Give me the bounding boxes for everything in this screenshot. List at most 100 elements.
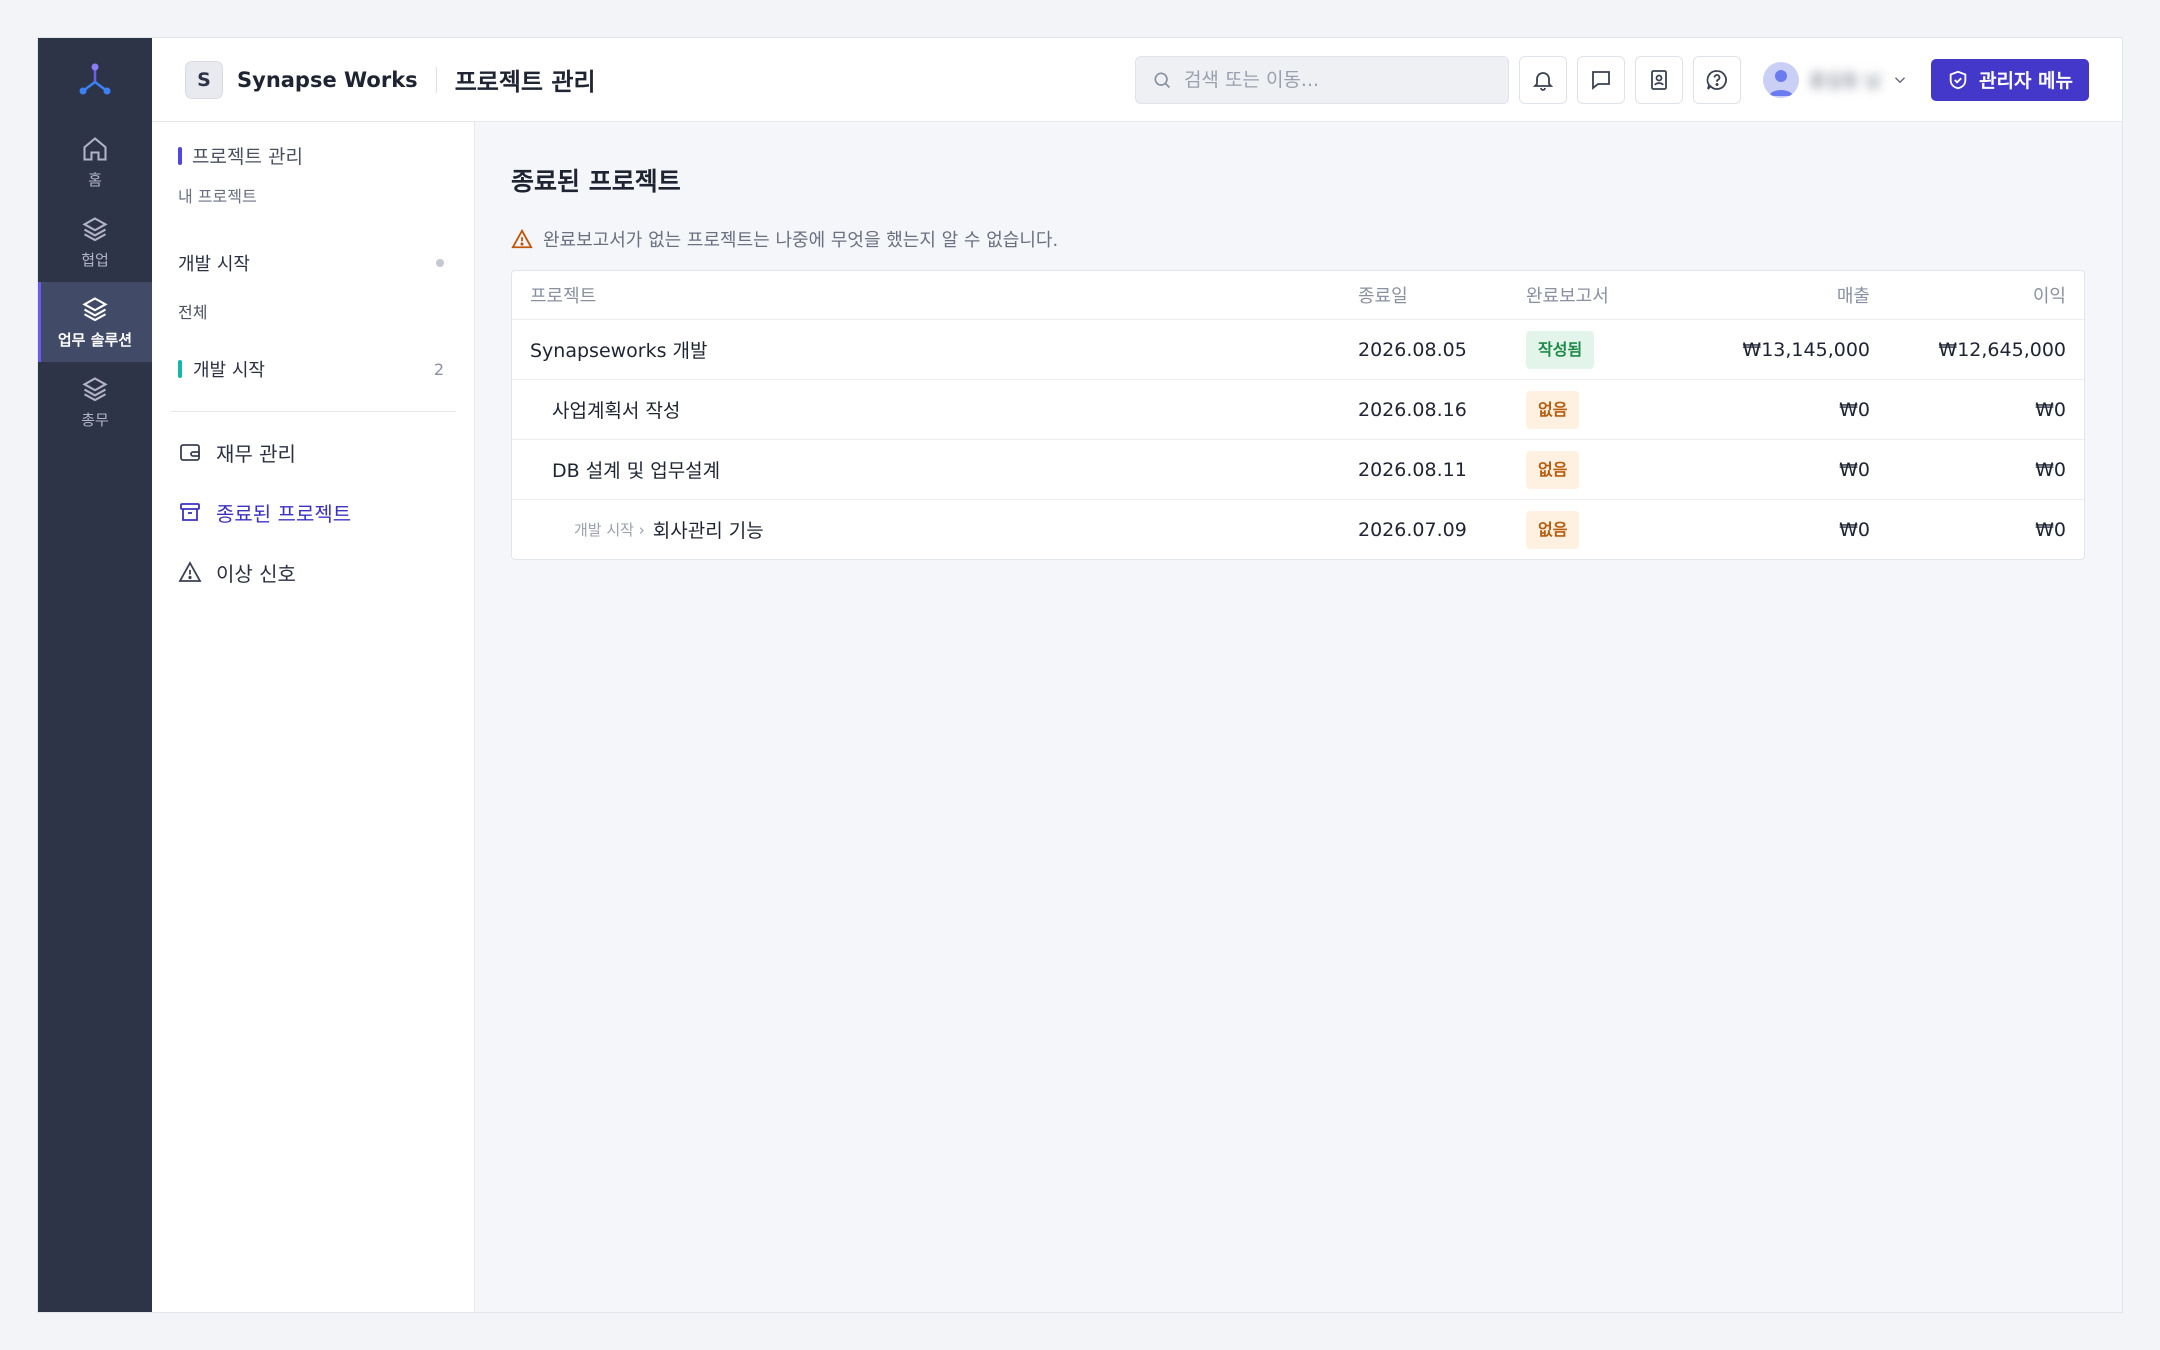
report-status-badge: 없음 [1526, 510, 1580, 549]
rail-item-home[interactable]: 홈 [38, 122, 152, 202]
rail-item-label: 협업 [81, 250, 109, 269]
chat-icon [1592, 70, 1610, 90]
layers-icon [82, 216, 108, 241]
col-sales[interactable]: 매출 [1676, 282, 1870, 308]
app-rail: 홈 협업 업무 솔루션 총무 [38, 38, 152, 1312]
subnav-stage-label: 개발 시작 [193, 360, 265, 381]
help-button[interactable] [1693, 55, 1742, 104]
warning-text: 완료보고서가 없는 프로젝트는 나중에 무엇을 했는지 알 수 없습니다. [543, 230, 1059, 251]
admin-menu-label: 관리자 메뉴 [1978, 70, 2073, 92]
user-menu[interactable]: 홍길동 님 [1763, 61, 1909, 98]
subnav-title-label: 프로젝트 관리 [192, 146, 303, 168]
search-icon [1154, 72, 1171, 88]
user-name: 홍길동 님 [1809, 70, 1881, 92]
end-date: 2026.08.16 [1358, 398, 1467, 421]
subnav-divider [170, 411, 456, 412]
report-status-badge: 없음 [1526, 390, 1580, 429]
end-date: 2026.08.05 [1358, 338, 1467, 361]
rail-item-work-solution[interactable]: 업무 솔루션 [38, 282, 152, 362]
sales-value: ₩13,145,000 [1742, 338, 1870, 361]
rail-item-collab[interactable]: 협업 [38, 202, 152, 282]
profit-value: ₩0 [2035, 518, 2066, 541]
workspace-name[interactable]: Synapse Works [237, 68, 418, 92]
sales-value: ₩0 [1839, 398, 1870, 421]
table-row[interactable]: DB 설계 및 업무설계 2026.08.11 없음 ₩0 ₩0 [512, 439, 2084, 499]
parent-breadcrumb[interactable]: 개발 시작 › [574, 519, 645, 540]
shield-check-icon [1949, 70, 1967, 89]
page-body: 프로젝트 관리 내 프로젝트 개발 시작 전체 개발 시작 2 재무 관리 종료… [152, 122, 2122, 1312]
col-report[interactable]: 완료보고서 [1526, 282, 1676, 308]
logo-icon [79, 63, 111, 95]
rail-item-label: 업무 솔루션 [57, 330, 133, 349]
subnav-stage-dev-start[interactable]: 개발 시작 2 [170, 353, 456, 385]
end-date: 2026.08.11 [1358, 458, 1467, 481]
menu-item-closed-projects[interactable]: 종료된 프로젝트 [170, 482, 456, 542]
report-status-badge: 작성됨 [1526, 330, 1595, 369]
chevron-down-icon [1894, 76, 1906, 83]
status-dot [436, 259, 444, 267]
stage-color-bar [178, 360, 182, 378]
col-profit[interactable]: 이익 [1870, 282, 2066, 308]
sub-sidebar: 프로젝트 관리 내 프로젝트 개발 시작 전체 개발 시작 2 재무 관리 종료… [152, 122, 475, 1312]
menu-item-label: 이상 신호 [216, 561, 296, 586]
report-status-badge: 없음 [1526, 450, 1580, 489]
content-heading: 종료된 프로젝트 [511, 167, 681, 196]
profit-value: ₩0 [2035, 398, 2066, 421]
table-row[interactable]: 사업계획서 작성 2026.08.16 없음 ₩0 ₩0 [512, 379, 2084, 439]
col-project[interactable]: 프로젝트 [530, 282, 1358, 308]
messages-button[interactable] [1577, 55, 1626, 104]
search-box[interactable] [1135, 55, 1510, 104]
search-input[interactable] [1183, 68, 1493, 91]
end-date: 2026.07.09 [1358, 518, 1467, 541]
subnav-title: 프로젝트 관리 [170, 142, 456, 169]
col-end-date[interactable]: 종료일 [1358, 282, 1526, 308]
sales-value: ₩0 [1839, 458, 1870, 481]
accent-bar [178, 146, 182, 165]
stage-count: 2 [433, 359, 444, 379]
app-window: 홈 협업 업무 솔루션 총무 S Synapse Works 프로젝트 관리 검… [37, 37, 2123, 1313]
table-row[interactable]: Synapseworks 개발 2026.08.05 작성됨 ₩13,145,0… [512, 319, 2084, 379]
project-name[interactable]: Synapseworks 개발 [530, 336, 708, 363]
project-name[interactable]: DB 설계 및 업무설계 [552, 456, 720, 483]
bell-icon [1532, 71, 1554, 91]
profit-value: ₩12,645,000 [1938, 338, 2066, 361]
user-icon [1769, 69, 1794, 96]
layers-icon [82, 296, 108, 321]
help-icon [1706, 69, 1727, 90]
table-row[interactable]: 개발 시작 › 회사관리 기능 2026.07.09 없음 ₩0 ₩0 [512, 499, 2084, 559]
archive-icon [180, 503, 200, 521]
sales-value: ₩0 [1839, 518, 1870, 541]
subnav-group-dev-start[interactable]: 개발 시작 [170, 247, 456, 279]
rail-item-label: 총무 [81, 410, 109, 429]
home-icon [83, 136, 107, 161]
wallet-icon [180, 444, 200, 461]
project-name[interactable]: 사업계획서 작성 [552, 396, 680, 423]
topbar-divider [435, 66, 437, 93]
alert-triangle-icon [178, 561, 202, 582]
menu-item-anomaly[interactable]: 이상 신호 [170, 542, 456, 602]
top-bar: S Synapse Works 프로젝트 관리 검색 또는 이동... 홍길동 … [152, 38, 2122, 122]
admin-menu-button[interactable]: 관리자 메뉴 [1930, 58, 2089, 101]
menu-item-finance[interactable]: 재무 관리 [170, 422, 456, 482]
rail-item-general-affairs[interactable]: 총무 [38, 362, 152, 442]
subnav-caption: 내 프로젝트 [178, 187, 257, 206]
menu-item-label: 재무 관리 [216, 441, 296, 466]
menu-item-label: 종료된 프로젝트 [216, 501, 352, 526]
project-name[interactable]: 회사관리 기능 [653, 516, 764, 543]
layers-icon [82, 376, 108, 401]
closed-projects-table: 프로젝트 종료일 완료보고서 매출 이익 Synapseworks 개발 202… [511, 270, 2085, 560]
avatar [1763, 61, 1800, 98]
notifications-button[interactable] [1519, 55, 1568, 104]
content-area: 종료된 프로젝트 완료보고서가 없는 프로젝트는 나중에 무엇을 했는지 알 수… [475, 122, 2122, 1312]
subnav-all[interactable]: 전체 [170, 299, 456, 323]
contact-book-icon [1651, 69, 1667, 90]
subnav-group-label: 개발 시작 [178, 254, 250, 275]
table-header: 프로젝트 종료일 완료보고서 매출 이익 [512, 271, 2084, 319]
page-title: 프로젝트 관리 [454, 68, 596, 96]
rail-item-label: 홈 [88, 170, 102, 189]
contacts-button[interactable] [1635, 55, 1684, 104]
warning-notice: 완료보고서가 없는 프로젝트는 나중에 무엇을 했는지 알 수 없습니다. [511, 226, 2086, 252]
app-logo[interactable] [38, 38, 152, 122]
warning-icon [511, 228, 533, 249]
workspace-badge[interactable]: S [185, 60, 223, 99]
